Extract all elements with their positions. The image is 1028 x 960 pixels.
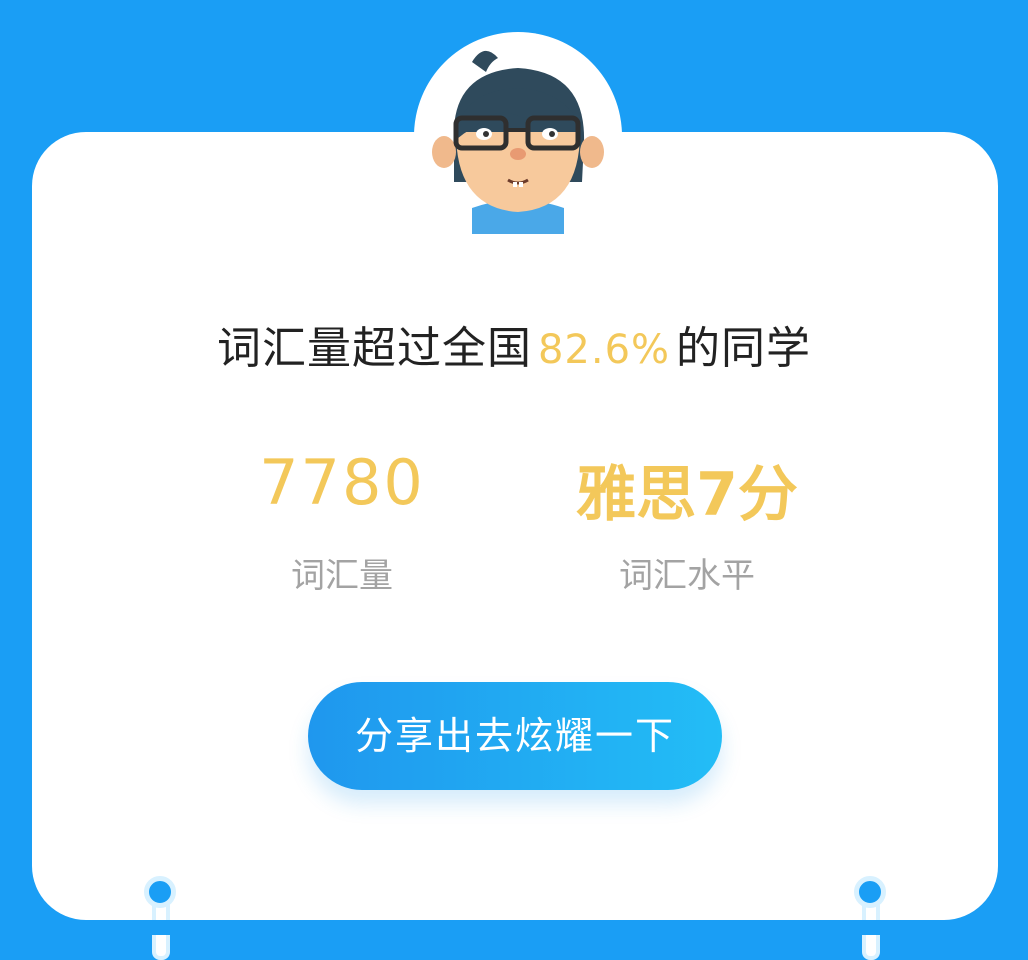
result-card (32, 132, 998, 920)
binder-ring-left (144, 876, 176, 908)
vocabulary-level-label: 词汇水平 (619, 556, 755, 596)
vocabulary-level-value: 雅思7分 (576, 460, 798, 530)
bottom-strip (0, 920, 1028, 935)
binder-ring-right (854, 876, 886, 908)
headline-prefix: 词汇量超过全国 (216, 323, 532, 374)
cartoon-boy-with-glasses-icon (432, 50, 604, 234)
share-button[interactable]: 分享出去炫耀一下 (308, 682, 722, 790)
vocabulary-count-value: 7780 (259, 446, 425, 519)
vocabulary-count-label: 词汇量 (291, 556, 393, 596)
headline-percent: 82.6% (537, 327, 671, 373)
headline-suffix: 的同学 (676, 323, 812, 374)
headline: 词汇量超过全国 82.6% 的同学 (0, 312, 1028, 376)
avatar (414, 32, 622, 240)
